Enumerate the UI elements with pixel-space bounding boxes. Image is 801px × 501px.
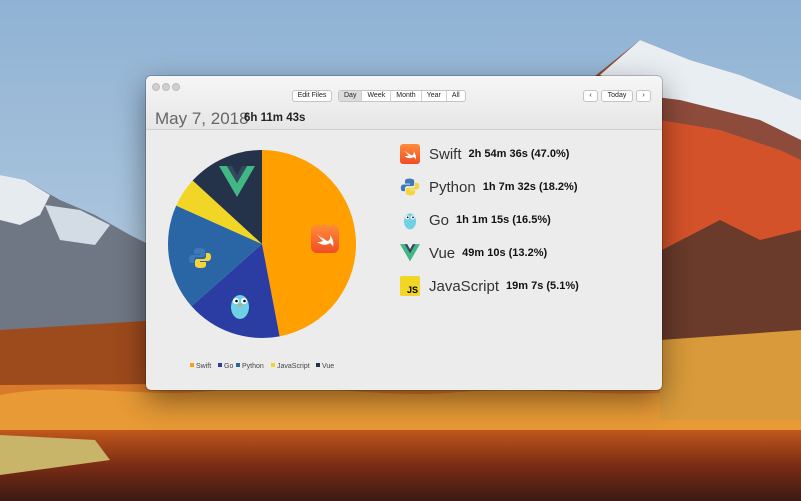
legend-swatch <box>271 363 275 367</box>
language-duration: 1h 7m 32s (18.2%) <box>482 181 578 193</box>
language-row-python: Python 1h 7m 32s (18.2%) <box>400 176 577 198</box>
language-name: Vue <box>429 244 456 262</box>
language-row-swift: Swift 2h 54m 36s (47.0%) <box>400 143 569 165</box>
go-gopher-icon <box>400 210 420 230</box>
close-window-button[interactable] <box>152 83 160 91</box>
pie-slice-swift <box>262 150 357 337</box>
range-year-tab[interactable]: Year <box>420 91 446 101</box>
go-gopher-slice-icon <box>229 290 251 320</box>
range-day-tab[interactable]: Day <box>339 91 362 101</box>
selected-date: May 7, 2018 <box>155 109 249 128</box>
zoom-window-button[interactable] <box>172 83 180 91</box>
vue-slice-icon <box>219 166 255 198</box>
legend-swatch <box>218 363 222 367</box>
language-name: Swift <box>429 145 462 163</box>
total-duration: 6h 11m 43s <box>244 112 306 124</box>
language-row-go: Go 1h 1m 15s (16.5%) <box>400 209 551 231</box>
python-icon <box>400 177 420 197</box>
titlebar: Edit Files Day Week Month Year All ‹ Tod… <box>146 76 662 130</box>
range-segmented-control: Day Week Month Year All <box>338 90 466 102</box>
language-name: Go <box>429 211 450 229</box>
legend-label: JavaScript <box>277 363 310 370</box>
legend-label: Vue <box>322 363 335 370</box>
today-button[interactable]: Today <box>601 90 633 102</box>
swift-slice-icon <box>311 225 339 253</box>
legend-item-vue: Vue <box>316 363 334 370</box>
range-all-tab[interactable]: All <box>445 91 465 101</box>
legend-swatch <box>316 363 320 367</box>
legend-swatch <box>190 363 194 367</box>
language-duration: 49m 10s (13.2%) <box>462 247 548 259</box>
minimize-window-button[interactable] <box>162 83 170 91</box>
legend-label: Swift <box>196 363 212 370</box>
range-week-tab[interactable]: Week <box>361 91 390 101</box>
chevron-right-icon: › <box>642 92 645 99</box>
language-duration: 1h 1m 15s (16.5%) <box>456 214 551 226</box>
javascript-icon: JS <box>400 276 420 296</box>
legend-label: Python <box>242 363 264 370</box>
legend-item-swift: Swift <box>190 363 211 370</box>
legend-item-go: Go <box>218 363 233 370</box>
legend-label: Go <box>224 363 234 370</box>
legend-item-javascript: JavaScript <box>271 363 310 370</box>
language-name: JavaScript <box>429 277 500 295</box>
chevron-left-icon: ‹ <box>589 92 592 99</box>
previous-button[interactable]: ‹ <box>583 90 598 102</box>
range-month-tab[interactable]: Month <box>390 91 420 101</box>
vue-icon <box>400 243 420 263</box>
legend-swatch <box>236 363 240 367</box>
language-duration: 2h 54m 36s (47.0%) <box>468 148 570 160</box>
language-row-javascript: JS JavaScript 19m 7s (5.1%) <box>400 275 579 297</box>
next-button[interactable]: › <box>636 90 651 102</box>
language-duration: 19m 7s (5.1%) <box>506 280 579 292</box>
language-row-vue: Vue 49m 10s (13.2%) <box>400 242 547 264</box>
app-window: Edit Files Day Week Month Year All ‹ Tod… <box>146 76 662 390</box>
legend-item-python: Python <box>236 363 264 370</box>
python-slice-icon <box>188 246 212 270</box>
swift-icon <box>400 144 420 164</box>
language-name: Python <box>429 178 476 196</box>
edit-files-button[interactable]: Edit Files <box>292 90 332 102</box>
